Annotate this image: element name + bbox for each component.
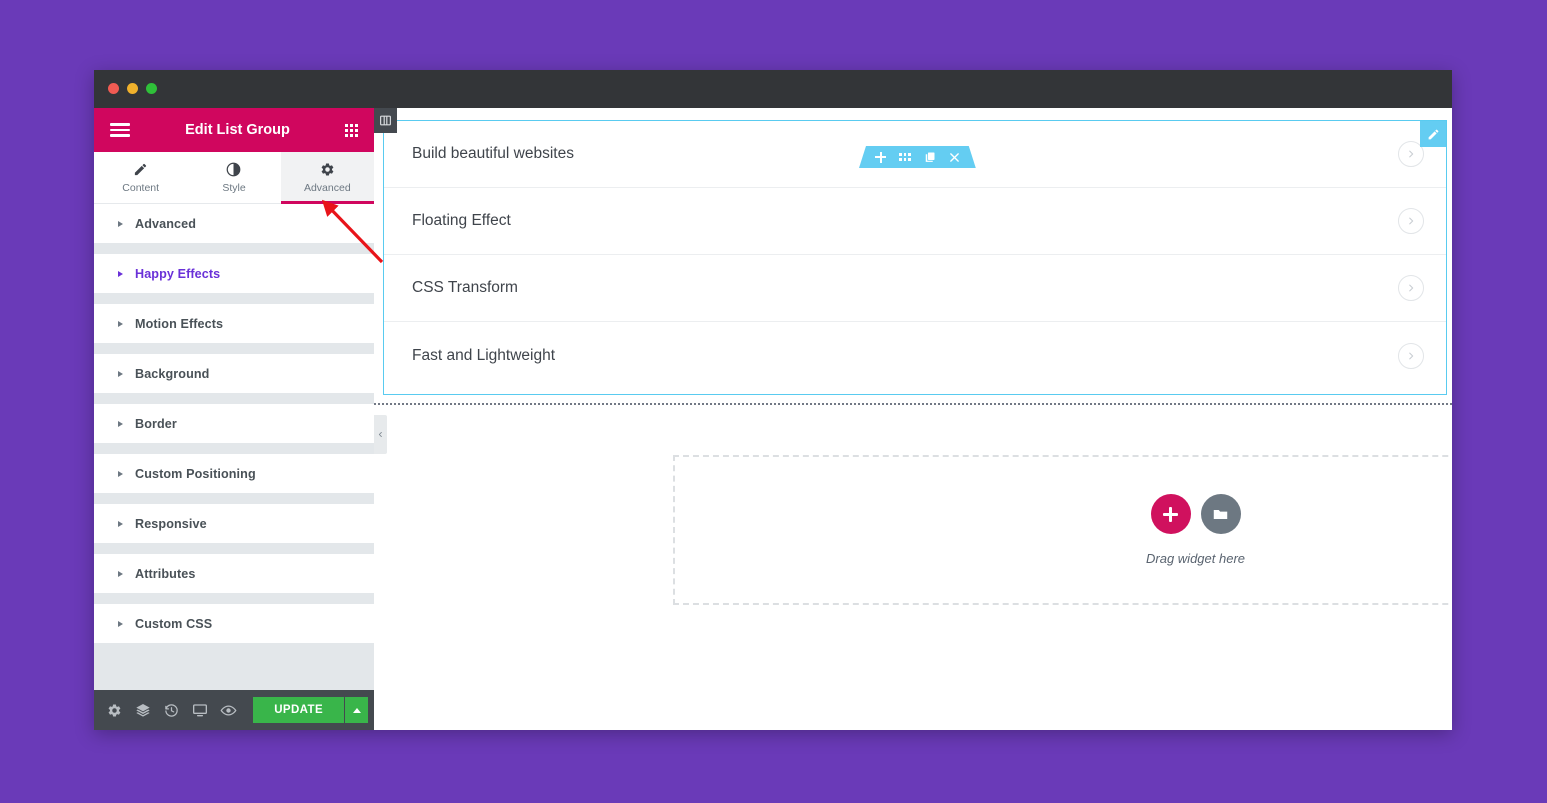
panel-header: Edit List Group — [94, 108, 374, 152]
chevron-right-icon[interactable] — [1398, 342, 1424, 369]
section-label: Custom Positioning — [135, 466, 256, 481]
preview-eye-icon[interactable] — [215, 690, 244, 730]
hamburger-menu-icon[interactable] — [110, 123, 130, 137]
section-divider — [374, 403, 1452, 405]
chevron-right-icon — [118, 470, 123, 477]
tab-advanced-label: Advanced — [303, 182, 351, 194]
section-happy-effects[interactable]: Happy Effects — [94, 254, 374, 293]
section-label: Happy Effects — [135, 266, 221, 281]
plus-icon[interactable] — [1150, 494, 1191, 534]
panel-footer: UPDATE — [94, 690, 374, 730]
tab-advanced[interactable]: Advanced — [280, 152, 375, 204]
list-item-label: Fast and Lightweight — [412, 346, 556, 364]
panel-layout-icon[interactable] — [374, 108, 397, 133]
chevron-left-icon[interactable] — [374, 415, 387, 454]
list-item-label: Build beautiful websites — [412, 145, 574, 162]
section-label: Attributes — [135, 566, 196, 581]
editor-panel: Edit List Group Content Style Advanced A… — [94, 108, 375, 730]
editor-body: Edit List Group Content Style Advanced A… — [94, 108, 1452, 730]
window-titlebar — [94, 70, 1452, 108]
folder-icon[interactable] — [1200, 494, 1241, 534]
section-label: Border — [135, 416, 177, 431]
edit-section-icon[interactable] — [899, 153, 911, 160]
responsive-monitor-icon[interactable] — [186, 690, 215, 730]
editor-canvas: Build beautiful websites Floating Effect — [374, 108, 1452, 730]
window-close-button[interactable] — [108, 83, 119, 94]
contrast-icon — [226, 161, 241, 177]
panel-sections-list: Advanced Happy Effects Motion Effects Ba… — [94, 204, 374, 690]
section-responsive[interactable]: Responsive — [94, 504, 374, 543]
section-label: Motion Effects — [135, 316, 224, 331]
section-motion-effects[interactable]: Motion Effects — [94, 304, 374, 343]
chevron-right-icon — [118, 220, 123, 227]
chevron-right-icon — [118, 320, 123, 327]
browser-window: Edit List Group Content Style Advanced A… — [94, 70, 1452, 730]
window-controls — [108, 83, 157, 94]
chevron-right-icon — [118, 520, 123, 527]
section-custom-positioning[interactable]: Custom Positioning — [94, 454, 374, 493]
section-floating-toolbar[interactable] — [859, 146, 976, 168]
list-item[interactable]: Floating Effect — [384, 188, 1446, 255]
update-button[interactable]: UPDATE — [253, 697, 345, 723]
delete-section-icon[interactable] — [949, 152, 960, 163]
widget-dropzone[interactable]: Drag widget here — [673, 455, 1452, 605]
tab-style[interactable]: Style — [187, 152, 280, 203]
chevron-right-icon — [118, 570, 123, 577]
grid-apps-icon[interactable] — [345, 123, 358, 137]
section-label: Responsive — [135, 516, 207, 531]
panel-title: Edit List Group — [185, 122, 290, 138]
panel-tabs: Content Style Advanced — [94, 152, 375, 204]
edit-pencil-icon[interactable] — [1420, 121, 1446, 147]
dropzone-label: Drag widget here — [1146, 551, 1245, 566]
section-label: Background — [135, 366, 210, 381]
pencil-icon — [133, 161, 148, 177]
chevron-right-icon — [118, 270, 123, 277]
chevron-right-icon — [118, 420, 123, 427]
chevron-right-icon — [118, 620, 123, 627]
section-custom-css[interactable]: Custom CSS — [94, 604, 374, 643]
chevron-right-icon — [118, 370, 123, 377]
duplicate-section-icon[interactable] — [924, 151, 936, 163]
add-section-icon[interactable] — [875, 152, 886, 163]
window-minimize-button[interactable] — [127, 83, 138, 94]
gear-icon — [320, 161, 335, 177]
list-item-label: Floating Effect — [412, 212, 511, 229]
update-button-group: UPDATE — [253, 697, 369, 723]
tab-style-label: Style — [222, 182, 246, 194]
section-attributes[interactable]: Attributes — [94, 554, 374, 593]
chevron-right-icon[interactable] — [1398, 275, 1424, 301]
section-border[interactable]: Border — [94, 404, 374, 443]
section-label: Advanced — [135, 216, 196, 231]
section-label: Custom CSS — [135, 616, 213, 631]
dropzone-buttons — [1150, 494, 1241, 534]
tab-content-label: Content — [122, 182, 160, 194]
list-item[interactable]: Fast and Lightweight — [384, 322, 1446, 389]
tab-content[interactable]: Content — [94, 152, 187, 203]
update-options-button[interactable] — [344, 697, 369, 723]
window-maximize-button[interactable] — [146, 83, 157, 94]
list-item-label: CSS Transform — [412, 279, 518, 296]
caret-up-icon — [352, 707, 361, 713]
list-item[interactable]: CSS Transform — [384, 255, 1446, 322]
settings-gear-icon[interactable] — [100, 690, 129, 730]
navigator-layers-icon[interactable] — [129, 690, 158, 730]
chevron-right-icon[interactable] — [1398, 208, 1424, 234]
history-clock-icon[interactable] — [157, 690, 186, 730]
section-advanced[interactable]: Advanced — [94, 204, 374, 243]
section-background[interactable]: Background — [94, 354, 374, 393]
